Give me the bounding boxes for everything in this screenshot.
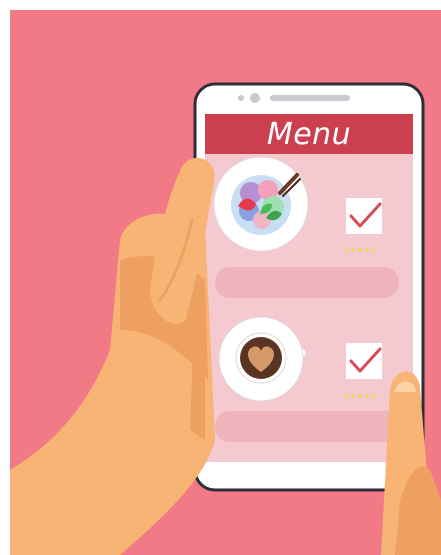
menu-item-ice-cream[interactable] (213, 156, 309, 252)
camera-dot-small (238, 95, 244, 101)
menu-title: Menu (266, 116, 352, 152)
menu-app-illustration: Menu (0, 0, 441, 555)
speaker-grill (270, 95, 350, 101)
illustration-canvas (10, 10, 441, 555)
description-bar-item-1 (215, 267, 399, 298)
checkbox-item-2[interactable] (346, 343, 382, 379)
camera-icon (250, 93, 260, 103)
checkbox-item-1[interactable] (346, 198, 382, 234)
description-bar-item-2 (215, 411, 399, 442)
